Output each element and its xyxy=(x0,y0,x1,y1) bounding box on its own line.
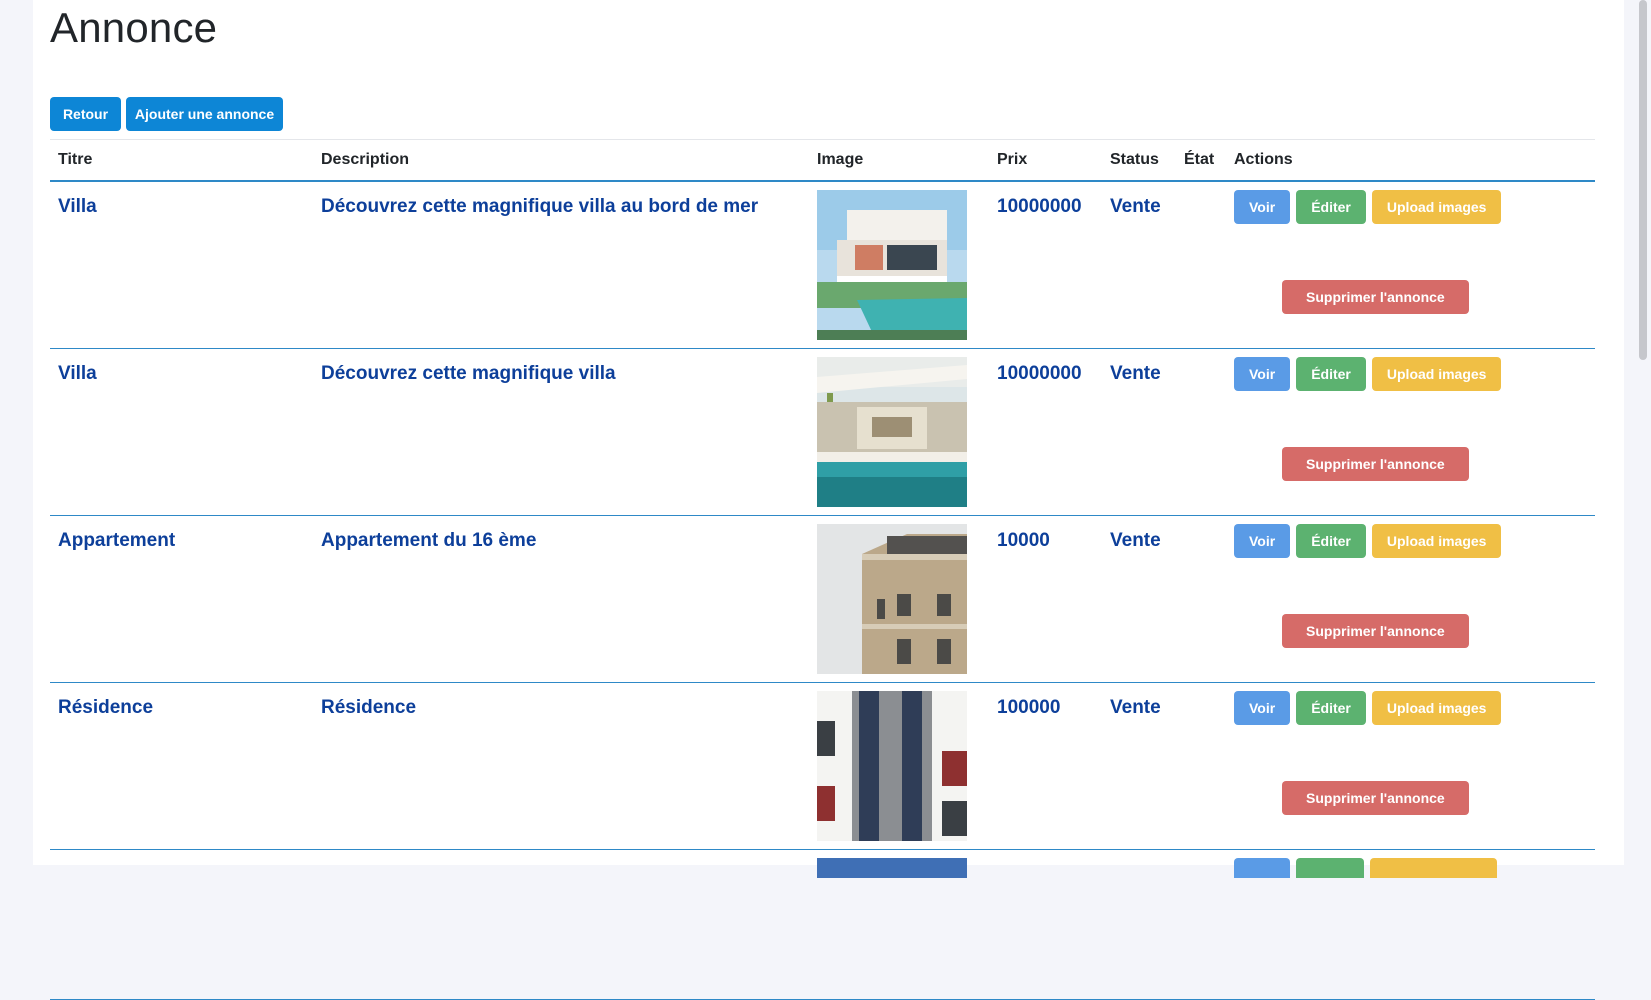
edit-button[interactable]: Éditer xyxy=(1296,691,1366,725)
add-listing-button[interactable]: Ajouter une annonce xyxy=(126,97,283,131)
row-actions: Voir Éditer Upload images Supprimer l'an… xyxy=(1226,348,1595,516)
row-status: Vente xyxy=(1102,515,1176,683)
row-image-cell xyxy=(809,348,989,516)
partial-edit-button[interactable] xyxy=(1296,858,1364,878)
top-toolbar: Retour Ajouter une annonce xyxy=(50,97,283,131)
header-state: État xyxy=(1176,139,1226,182)
row-status: Vente xyxy=(1102,682,1176,850)
header-title: Titre xyxy=(50,139,313,182)
edit-button[interactable]: Éditer xyxy=(1296,190,1366,224)
upload-images-button[interactable]: Upload images xyxy=(1371,357,1502,391)
row-image-cell xyxy=(809,515,989,683)
row-image-cell xyxy=(809,181,989,349)
villa-glass-pool-photo xyxy=(817,357,967,507)
header-actions: Actions xyxy=(1226,139,1595,182)
listings-table: Titre Description Image Prix Status État… xyxy=(50,139,1595,1000)
scrollbar-thumb[interactable] xyxy=(1639,0,1647,360)
row-price: 10000000 xyxy=(989,348,1102,516)
table-row: Villa Découvrez cette magnifique villa a… xyxy=(50,181,1595,349)
table-row-partial xyxy=(50,849,1595,1000)
row-description: Découvrez cette magnifique villa au bord… xyxy=(313,181,809,349)
vertical-scrollbar[interactable] xyxy=(1635,0,1651,865)
row-actions: Voir Éditer Upload images Supprimer l'an… xyxy=(1226,181,1595,349)
row-title: Appartement xyxy=(50,515,313,683)
row-status: Vente xyxy=(1102,181,1176,349)
partial-upload-button[interactable] xyxy=(1370,858,1497,878)
row-state xyxy=(1176,515,1226,683)
table-header-row: Titre Description Image Prix Status État… xyxy=(50,139,1595,182)
delete-listing-button[interactable]: Supprimer l'annonce xyxy=(1282,447,1469,481)
row-price: 10000 xyxy=(989,515,1102,683)
residence-facade-photo xyxy=(817,691,967,841)
back-button[interactable]: Retour xyxy=(50,97,121,131)
row-state xyxy=(1176,348,1226,516)
row-title: Villa xyxy=(50,181,313,349)
header-image: Image xyxy=(809,139,989,182)
delete-listing-button[interactable]: Supprimer l'annonce xyxy=(1282,781,1469,815)
header-price: Prix xyxy=(989,139,1102,182)
row-price: 100000 xyxy=(989,682,1102,850)
view-button[interactable]: Voir xyxy=(1234,357,1291,391)
page-title: Annonce xyxy=(50,4,218,51)
upload-images-button[interactable]: Upload images xyxy=(1371,190,1502,224)
row-price: 10000000 xyxy=(989,181,1102,349)
row-state xyxy=(1176,181,1226,349)
page-container: Annonce Retour Ajouter une annonce Titre… xyxy=(33,0,1624,1000)
row-image-cell xyxy=(809,682,989,850)
header-status: Status xyxy=(1102,139,1176,182)
row-status: Vente xyxy=(1102,348,1176,516)
view-button[interactable]: Voir xyxy=(1234,190,1291,224)
table-row: Appartement Appartement du 16 ème 10000 … xyxy=(50,515,1595,683)
edit-button[interactable]: Éditer xyxy=(1296,357,1366,391)
upload-images-button[interactable]: Upload images xyxy=(1371,691,1502,725)
row-description: Découvrez cette magnifique villa xyxy=(313,348,809,516)
row-description: Appartement du 16 ème xyxy=(313,515,809,683)
table-row: Résidence Résidence 100000 Vente Voir Éd… xyxy=(50,682,1595,850)
row-title: Villa xyxy=(50,348,313,516)
row-actions: Voir Éditer Upload images Supprimer l'an… xyxy=(1226,682,1595,850)
header-description: Description xyxy=(313,139,809,182)
row-state xyxy=(1176,682,1226,850)
row-description: Résidence xyxy=(313,682,809,850)
row-title: Résidence xyxy=(50,682,313,850)
view-button[interactable]: Voir xyxy=(1234,691,1291,725)
partial-thumbnail xyxy=(817,858,967,878)
edit-button[interactable]: Éditer xyxy=(1296,524,1366,558)
delete-listing-button[interactable]: Supprimer l'annonce xyxy=(1282,280,1469,314)
table-row: Villa Découvrez cette magnifique villa 1… xyxy=(50,348,1595,516)
view-button[interactable]: Voir xyxy=(1234,524,1291,558)
row-actions: Voir Éditer Upload images Supprimer l'an… xyxy=(1226,515,1595,683)
haussmann-building-photo xyxy=(817,524,967,674)
partial-view-button[interactable] xyxy=(1234,858,1290,878)
modern-villa-pool-photo xyxy=(817,190,967,340)
delete-listing-button[interactable]: Supprimer l'annonce xyxy=(1282,614,1469,648)
upload-images-button[interactable]: Upload images xyxy=(1371,524,1502,558)
